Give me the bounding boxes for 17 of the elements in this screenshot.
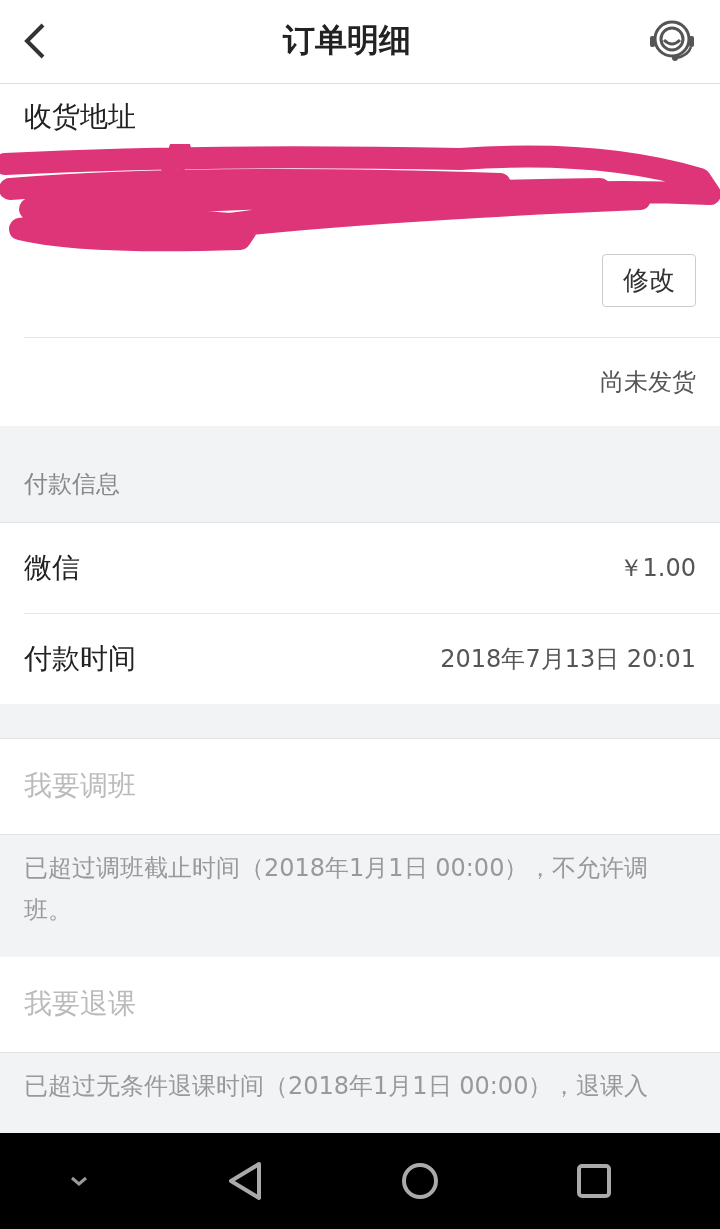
section-label: 付款信息 — [0, 425, 720, 523]
section-title: 收货地址 — [24, 98, 137, 135]
row-label: 微信 — [24, 549, 80, 586]
row-label: 付款时间 — [24, 640, 136, 677]
back-icon[interactable] — [227, 1161, 263, 1201]
row-value: ￥1.00 — [618, 552, 696, 584]
headset-icon[interactable] — [648, 20, 696, 63]
home-icon[interactable] — [401, 1162, 439, 1200]
row-value: 2018年7月13日 20:01 — [440, 643, 696, 675]
page-title: 订单明细 — [283, 20, 411, 62]
shipping-status: 尚未发货 — [24, 336, 720, 426]
back-icon[interactable] — [24, 23, 46, 60]
collapse-icon[interactable] — [69, 1175, 89, 1187]
edit-button[interactable]: 修改 — [602, 253, 696, 307]
notice-text: 已超过无条件退课时间（2018年1月1日 00:00），退课入 — [23, 1071, 650, 1102]
recents-icon[interactable] — [577, 1164, 611, 1198]
notice-text: 已超过调班截止时间（2018年1月1日 00:00），不允许调班。 — [23, 852, 650, 926]
